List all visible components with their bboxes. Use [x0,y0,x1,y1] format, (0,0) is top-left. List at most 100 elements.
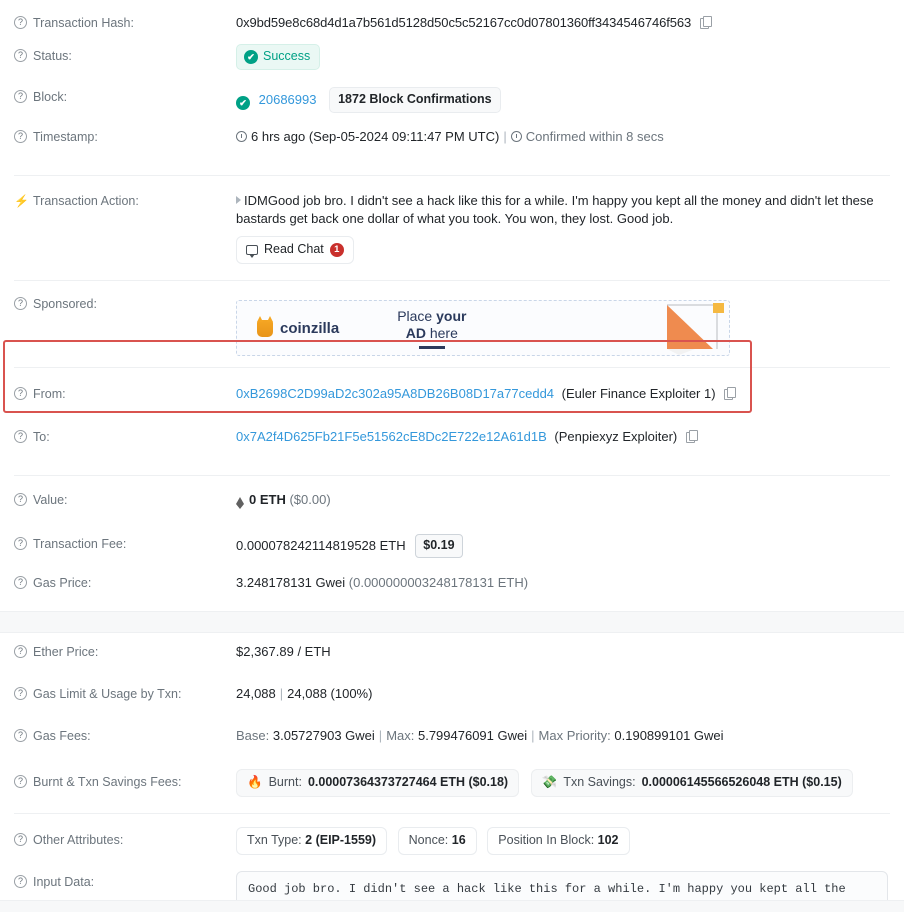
value-eth: 0 ETH [249,492,286,507]
sponsored-ad-banner[interactable]: coinzilla Place your AD here [236,300,730,356]
help-icon[interactable]: ? [14,833,27,846]
value-burnt-savings: 🔥 Burnt: 0.00007364373727464 ETH ($0.18)… [236,769,890,797]
label-text: Burnt & Txn Savings Fees: [33,775,182,789]
status-text: Success [263,49,311,63]
savings-value: 0.00006145566526048 ETH ($0.15) [641,775,842,789]
value-ether-price: $2,367.89 / ETH [236,644,331,659]
chat-count-badge: 1 [329,242,344,257]
help-icon[interactable]: ? [14,49,27,62]
help-icon[interactable]: ? [14,130,27,143]
help-icon[interactable]: ? [14,645,27,658]
ad-line1-bold: your [436,307,467,324]
row-burnt-savings: ? Burnt & Txn Savings Fees: 🔥 Burnt: 0.0… [0,769,904,799]
ad-line1-plain: Place [397,307,437,324]
help-icon[interactable]: ? [14,537,27,550]
label-transaction-action: ⚡ Transaction Action: [14,192,236,209]
row-other-attributes: ? Other Attributes: Txn Type: 2 (EIP-155… [0,827,904,857]
block-number-link[interactable]: 20686993 [259,92,317,107]
label-status: ? Status: [14,44,236,64]
label-text: Gas Fees: [33,729,91,743]
section-separator-band [0,611,904,633]
ethereum-diamond-icon [236,497,244,509]
row-transaction-hash: ? Transaction Hash: 0x9bd59e8c68d4d1a7b5… [0,0,904,31]
chat-bubble-icon [246,244,258,258]
value-transaction-fee: 0.000078242114819528 ETH $0.19 [236,532,890,558]
value-to: 0x7A2f4D625Fb21F5e51562cE8Dc2E722e12A61d… [236,428,890,445]
timestamp-text: 6 hrs ago (Sep-05-2024 09:11:47 PM UTC) [251,129,500,144]
confirmed-within-text: Confirmed within 8 secs [525,129,664,144]
label-transaction-fee: ? Transaction Fee: [14,532,236,552]
coinzilla-logo: coinzilla [257,315,339,337]
check-circle-icon: ✔ [244,49,258,64]
expand-triangle-icon[interactable] [236,196,241,204]
help-icon[interactable]: ? [14,16,27,29]
copy-icon[interactable] [699,16,712,29]
stopwatch-icon [510,131,522,142]
gas-limit-value: 24,088 [236,686,276,701]
label-text: Transaction Action: [33,194,139,208]
from-address-link[interactable]: 0xB2698C2D99aD2c302a95A8DB26B08D17a77ced… [236,386,554,401]
label-text: Input Data: [33,875,95,889]
divider [14,475,890,476]
label-gas-fees: ? Gas Fees: [14,727,236,744]
label-text: Value: [33,493,68,507]
help-icon[interactable]: ? [14,687,27,700]
row-status: ? Status: ✔ Success [0,44,904,74]
separator: | [378,728,383,743]
gas-price-eth: (0.000000003248178131 ETH) [348,575,529,590]
help-icon[interactable]: ? [14,729,27,742]
check-circle-icon: ✔ [236,96,250,110]
row-block: ? Block: ✔ 20686993 1872 Block Confirmat… [0,85,904,115]
label-text: Block: [33,90,68,104]
help-icon[interactable]: ? [14,297,27,310]
position-in-block-chip: Position In Block: 102 [487,827,630,855]
divider [14,813,890,814]
separator: | [503,129,507,144]
to-address-link[interactable]: 0x7A2f4D625Fb21F5e51562cE8Dc2E722e12A61d… [236,429,547,444]
savings-label: Txn Savings: [563,775,636,789]
gas-usage-value: 24,088 (100%) [287,686,373,701]
help-icon[interactable]: ? [14,90,27,103]
label-to: ? To: [14,428,236,445]
label-transaction-hash: ? Transaction Hash: [14,14,236,31]
help-icon[interactable]: ? [14,576,27,589]
label-value: ? Value: [14,491,236,508]
money-icon: 💸 [541,775,558,789]
row-from: ? From: 0xB2698C2D99aD2c302a95A8DB26B08D… [0,385,904,415]
help-icon[interactable]: ? [14,875,27,888]
value-transaction-hash: 0x9bd59e8c68d4d1a7b561d5128d50c5c52167cc… [236,14,890,31]
from-address-tag: (Euler Finance Exploiter 1) [561,386,716,401]
row-gas-limit: ? Gas Limit & Usage by Txn: 24,088 | 24,08… [0,685,904,715]
fire-icon: 🔥 [247,775,263,789]
row-ether-price: ? Ether Price: $2,367.89 / ETH [0,643,904,673]
position-label: Position In Block: [498,833,595,847]
label-gas-limit: ? Gas Limit & Usage by Txn: [14,685,236,702]
status-badge: ✔ Success [236,44,321,70]
label-text: Timestamp: [33,130,98,144]
value-transaction-action: IDMGood job bro. I didn't see a hack lik… [236,192,884,264]
read-chat-button[interactable]: Read Chat 1 [236,236,354,264]
help-icon[interactable]: ? [14,493,27,506]
burnt-fee-chip: 🔥 Burnt: 0.00007364373727464 ETH ($0.18) [236,769,520,797]
copy-icon[interactable] [724,387,737,400]
gas-base-label: Base: [236,728,270,743]
gas-max-value: 5.799476091 Gwei [417,728,528,743]
copy-icon[interactable] [685,430,698,443]
value-from: 0xB2698C2D99aD2c302a95A8DB26B08D17a77ced… [236,385,890,402]
value-usd: ($0.00) [289,492,331,507]
label-gas-price: ? Gas Price: [14,574,236,591]
row-gas-fees: ? Gas Fees: Base: 3.05727903 Gwei | Max: 5… [0,727,904,757]
gas-price-gwei: 3.248178131 Gwei [236,575,346,590]
help-icon[interactable]: ? [14,430,27,443]
burnt-value: 0.00007364373727464 ETH ($0.18) [307,775,509,789]
nonce-chip: Nonce: 16 [397,827,477,855]
nonce-label: Nonce: [408,833,449,847]
help-icon[interactable]: ? [14,775,27,788]
value-other-attributes: Txn Type: 2 (EIP-1559) Nonce: 16 Positio… [236,827,890,855]
help-icon[interactable]: ? [14,387,27,400]
row-transaction-fee: ? Transaction Fee: 0.000078242114819528 … [0,532,904,562]
gas-priority-value: 0.190899101 Gwei [614,728,724,743]
transaction-fee-usd-chip: $0.19 [415,534,463,558]
txn-type-value: 2 (EIP-1559) [305,833,377,847]
value-block: ✔ 20686993 1872 Block Confirmations [236,85,890,113]
